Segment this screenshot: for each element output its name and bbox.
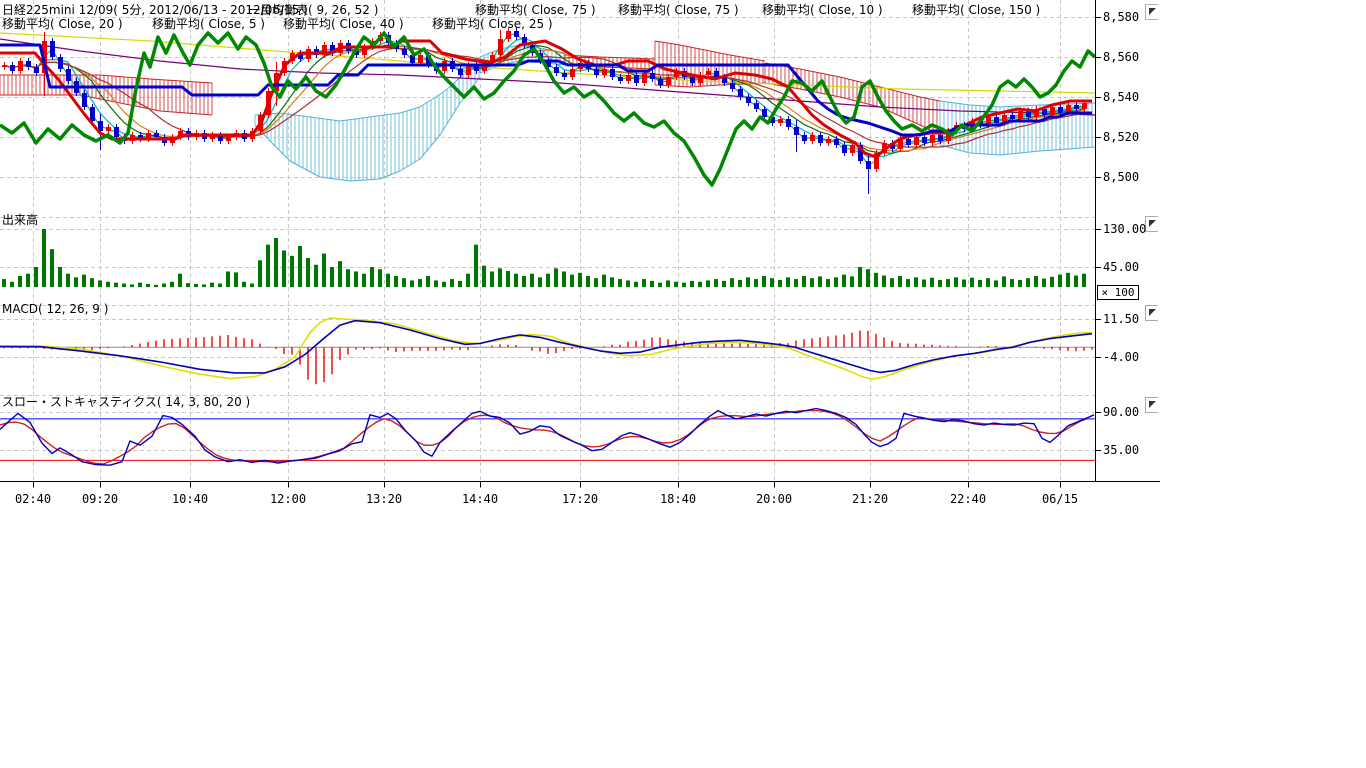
chart-application-window: 日経225mini 12/09( 5分, 2012/06/13 - 2012/0… (0, 0, 1366, 768)
y-axis-label: 8,500 (1103, 170, 1139, 184)
collapse-macd-pane-button[interactable] (1145, 305, 1158, 321)
y-axis-label: 45.00 (1103, 260, 1139, 274)
x-axis-label: 17:20 (562, 492, 598, 506)
x-axis-label: 21:20 (852, 492, 888, 506)
collapse-arrow-icon (1149, 220, 1156, 227)
x-axis-label: 22:40 (950, 492, 986, 506)
x-axis-label: 09:20 (82, 492, 118, 506)
collapse-volume-pane-button[interactable] (1145, 216, 1158, 232)
y-axis-label: 11.50 (1103, 312, 1139, 326)
y-axis-label: 8,520 (1103, 130, 1139, 144)
stochastics-pane (0, 409, 1095, 466)
legend-item-ma150: 移動平均( Close, 150 ) (912, 1, 1040, 18)
volume-pane-label: 出来高 (2, 211, 38, 228)
ichimoku-cloud-segment (0, 75, 212, 115)
volume-multiplier-badge: × 100 (1097, 285, 1139, 300)
collapse-arrow-icon (1149, 401, 1156, 408)
legend-item-ma75-b: 移動平均( Close, 75 ) (618, 1, 739, 18)
collapse-price-pane-button[interactable] (1145, 4, 1158, 20)
legend-item-ma20: 移動平均( Close, 20 ) (2, 15, 123, 32)
x-axis-label: 10:40 (172, 492, 208, 506)
legend-item-ma5: 移動平均( Close, 5 ) (152, 15, 265, 32)
y-axis-label: 130.00 (1103, 222, 1146, 236)
legend-item-ma25: 移動平均( Close, 25 ) (432, 15, 553, 32)
x-axis-label: 18:40 (660, 492, 696, 506)
y-axis-label: 90.00 (1103, 405, 1139, 419)
legend-item-ma10: 移動平均( Close, 10 ) (762, 1, 883, 18)
y-axis-label: 8,560 (1103, 50, 1139, 64)
stoch-pane-label: スロー・ストキャスティクス( 14, 3, 80, 20 ) (2, 393, 250, 410)
x-axis-label: 06/15 (1042, 492, 1078, 506)
y-axis-label: 35.00 (1103, 443, 1139, 457)
x-axis-label: 20:00 (756, 492, 792, 506)
y-axis-label: -4.00 (1103, 350, 1139, 364)
x-axis-label: 12:00 (270, 492, 306, 506)
y-axis-label: 8,580 (1103, 10, 1139, 24)
y-axis-label: 8,540 (1103, 90, 1139, 104)
chart-canvas (0, 0, 1366, 515)
volume-pane (2, 229, 1086, 287)
legend-item-ma40: 移動平均( Close, 40 ) (283, 15, 404, 32)
x-axis-label: 13:20 (366, 492, 402, 506)
collapse-stoch-pane-button[interactable] (1145, 397, 1158, 413)
macd-pane (0, 318, 1095, 384)
collapse-arrow-icon (1149, 8, 1156, 15)
collapse-arrow-icon (1149, 309, 1156, 316)
x-axis-label: 14:40 (462, 492, 498, 506)
macd-pane-label: MACD( 12, 26, 9 ) (2, 302, 108, 316)
price-pane (0, 28, 1095, 194)
x-axis-label: 02:40 (15, 492, 51, 506)
